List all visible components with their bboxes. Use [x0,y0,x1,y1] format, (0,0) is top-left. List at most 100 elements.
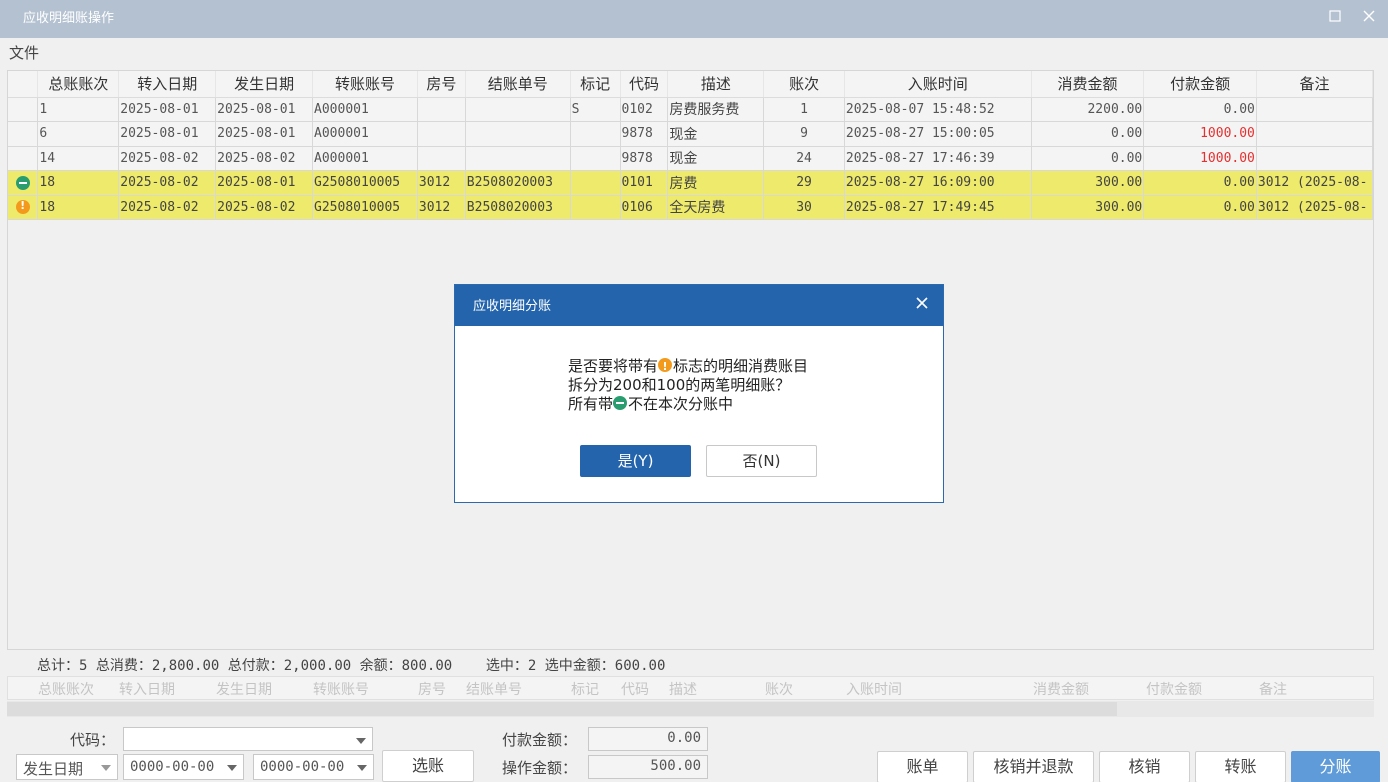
footer-column-header: 房号 [418,682,446,698]
pay-amount-field: 0.00 [588,727,708,751]
op-amount-field[interactable]: 500.00 [588,755,708,779]
table-cell: G2508010005 [312,195,418,220]
table-cell: 现金 [667,146,765,171]
op-amount-label: 操作金额： [502,759,578,777]
menu-file[interactable]: 文件 [9,42,39,63]
no-button[interactable]: 否(N) [706,445,817,477]
dialog-text: 所有带 [568,395,614,413]
warning-marker-icon [658,357,673,376]
close-icon[interactable] [915,294,929,315]
writeoff-refund-button[interactable]: 核销并退款 [973,751,1094,782]
table-cell: B2508020003 [465,170,571,196]
table-cell: 房费 [667,170,765,196]
close-icon[interactable] [1361,9,1377,25]
date-type-select[interactable]: 发生日期 [16,754,118,780]
split-confirm-dialog: 应收明细分账 是否要将带有标志的明细消费账目 拆分为200和100的两笔明细账？… [454,284,944,503]
table-cell: 1000.00 [1143,146,1257,171]
window-title-bar: 应收明细账操作 [0,0,1388,38]
table-cell: 0.00 [1143,170,1257,196]
code-label: 代码： [70,731,116,749]
footer-column-header: 结账单号 [466,682,522,698]
table-cell [417,97,466,122]
date-from-value: 0000-00-00 [130,759,215,775]
table-cell: 1000.00 [1143,121,1257,147]
column-header[interactable]: 转入日期 [118,71,217,98]
column-header[interactable]: 消费金额 [1031,71,1145,98]
table-cell [570,170,621,196]
table-cell [570,121,621,147]
table-row[interactable]: 14 2025-08-02 2025-08-02 A000001 9878 现金 24 202… [8,146,1373,171]
table-cell: 2025-08-01 [215,97,314,122]
row-marker-cell [8,121,39,147]
column-header[interactable]: 发生日期 [215,71,314,98]
horizontal-scrollbar[interactable] [7,701,1374,717]
column-header[interactable]: 房号 [417,71,466,98]
table-row[interactable]: 182025-08-022025-08-02G25080100053012B25… [8,195,1373,220]
table-cell: 0.00 [1143,195,1257,220]
table-cell: 0102 [620,97,669,122]
table-cell: 0106 [620,195,669,220]
summary-balance: 余额：800.00 [359,658,453,674]
dialog-title: 应收明细分账 [473,299,552,314]
writeoff-button[interactable]: 核销 [1099,751,1190,782]
row-marker-cell [8,195,39,220]
table-cell: 300.00 [1031,170,1145,196]
column-header[interactable]: 备注 [1256,71,1373,98]
table-cell: 2025-08-01 [118,97,217,122]
chevron-down-icon [356,738,366,744]
column-header[interactable]: 标记 [570,71,621,98]
chevron-down-icon [227,765,237,771]
table-cell: 300.00 [1031,195,1145,220]
table-cell: 14 [37,146,120,171]
transfer-button[interactable]: 转账 [1195,751,1286,782]
footer-column-header: 发生日期 [216,682,272,698]
ledger-table: 总账账次 转入日期 发生日期 转账账号 房号 结账单号 标记 代码 描述 账次 … [8,71,1373,220]
footer-column-header: 入账时间 [846,682,902,698]
column-header-marker [8,71,39,98]
date-from-field[interactable]: 0000-00-00 [123,754,244,780]
table-cell: 1 [763,97,845,122]
table-header-row: 总账账次 转入日期 发生日期 转账账号 房号 结账单号 标记 代码 描述 账次 … [8,71,1373,98]
table-cell: 3012 (2025-08- [1256,170,1373,196]
column-header[interactable]: 代码 [620,71,669,98]
table-cell: 2025-08-27 15:00:05 [844,121,1032,147]
column-header[interactable]: 入账时间 [844,71,1032,98]
dialog-text: 标志的明细消费账目 [673,357,809,375]
menu-bar: 文件 [0,38,1388,66]
yes-button[interactable]: 是(Y) [580,445,691,477]
table-cell [1256,146,1373,171]
maximize-icon[interactable] [1327,9,1343,25]
table-cell: 0.00 [1031,146,1145,171]
minus-marker-icon [15,175,30,190]
bill-button[interactable]: 账单 [877,751,968,782]
table-cell: 18 [37,170,120,196]
table-cell [570,146,621,171]
table-cell: 2025-08-01 [118,121,217,147]
table-cell: 29 [763,170,845,196]
window-title: 应收明细账操作 [23,11,115,26]
column-header[interactable]: 总账账次 [37,71,120,98]
chevron-down-icon [357,765,367,771]
footer-column-header: 转账账号 [313,682,369,698]
column-header[interactable]: 结账单号 [465,71,571,98]
table-cell: 全天房费 [667,195,765,220]
split-button[interactable]: 分账 [1291,751,1380,782]
column-header[interactable]: 付款金额 [1143,71,1257,98]
table-cell [465,97,571,122]
chevron-down-icon [101,765,111,771]
table-cell: 3012 [417,170,466,196]
select-account-button[interactable]: 选账 [382,750,474,782]
column-header[interactable]: 账次 [763,71,845,98]
table-row[interactable]: 6 2025-08-01 2025-08-01 A000001 9878 现金 9 2025-… [8,121,1373,147]
table-cell: 18 [37,195,120,220]
date-to-field[interactable]: 0000-00-00 [253,754,374,780]
scrollbar-thumb[interactable] [7,702,1117,716]
summary-bar: 总计：5 总消费：2,800.00 总付款：2,000.00 余额：800.00… [37,655,665,675]
column-header[interactable]: 转账账号 [312,71,418,98]
code-select[interactable] [123,727,373,751]
date-to-value: 0000-00-00 [260,759,345,775]
table-row[interactable]: 18 2025-08-02 2025-08-01 G2508010005 3012 B25… [8,170,1373,196]
column-header[interactable]: 描述 [667,71,765,98]
table-cell [417,146,466,171]
table-row[interactable]: 1 2025-08-01 2025-08-01 A000001 S 0102 房费服务费 1 2… [8,97,1373,122]
